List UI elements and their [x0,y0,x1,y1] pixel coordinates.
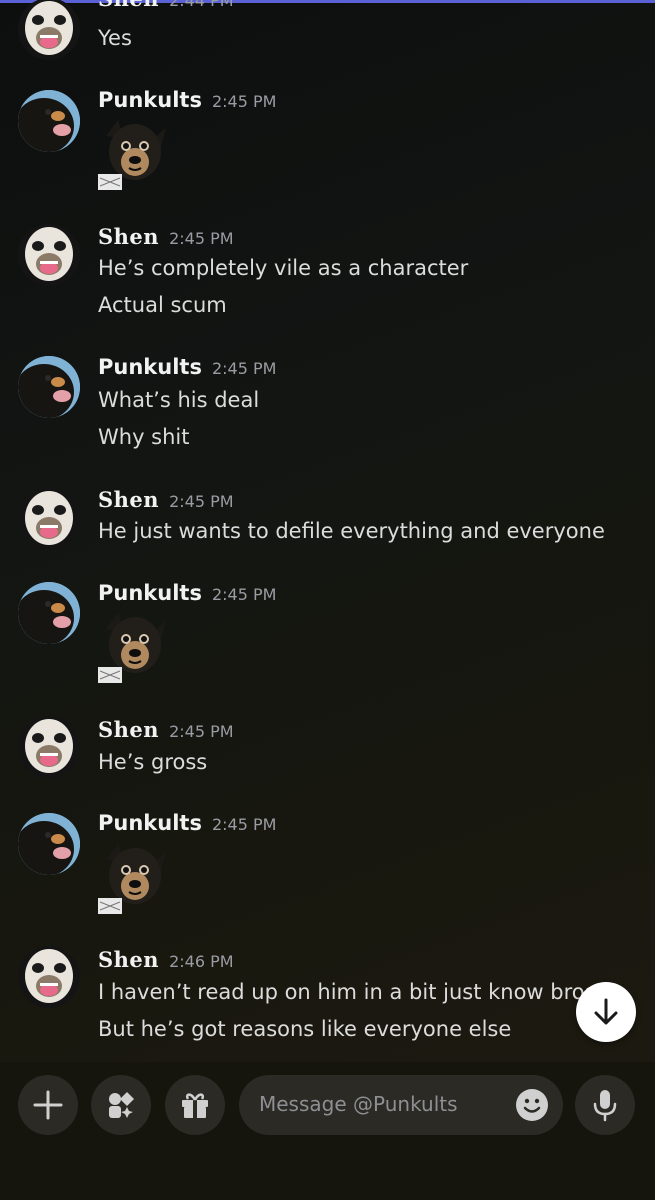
message-timestamp: 2:45 PM [211,359,277,378]
message-author[interactable]: Punkults 2:45 PM [98,88,276,112]
avatar-punkults[interactable] [18,90,80,152]
message-timestamp: 2:45 PM [211,815,277,834]
avatar-shen[interactable] [18,488,80,550]
message-text: Why shit [98,425,190,449]
message-timestamp: 2:44 PM [169,0,234,10]
author-name[interactable]: Shen [98,224,159,249]
message-text: He just wants to defile everything and e… [98,519,605,543]
emoji-icon [516,1089,548,1121]
message-text: But he’s got reasons like everyone else [98,1017,512,1041]
message-text: He’s completely vile as a character [98,256,469,280]
avatar-shen[interactable] [18,224,80,286]
avatar-shen[interactable] [18,946,80,1008]
jump-to-present-button[interactable] [576,982,636,1042]
gift-icon [182,1093,208,1118]
message-author[interactable]: Shen 2:46 PM [98,947,234,972]
message-text: What’s his deal [98,388,260,412]
message-timestamp: 2:45 PM [169,492,234,511]
microphone-icon [593,1090,617,1122]
gift-button[interactable] [165,1075,225,1135]
arrow-down-icon [594,998,618,1025]
author-name[interactable]: Shen [98,0,159,11]
message-timestamp: 2:45 PM [169,229,234,248]
message-author[interactable]: Shen 2:45 PM [98,717,234,742]
dog-sticker[interactable] [97,116,172,191]
avatar-punkults[interactable] [18,582,80,644]
avatar-punkults[interactable] [18,813,80,875]
author-name[interactable]: Shen [98,487,159,512]
apps-icon [109,1092,134,1118]
author-name[interactable]: Shen [98,717,159,742]
author-name[interactable]: Shen [98,947,159,972]
attach-button[interactable] [18,1075,78,1135]
avatar-shen[interactable] [18,0,80,60]
message-input-placeholder: Message @Punkults [259,1092,458,1116]
author-name[interactable]: Punkults [98,581,202,605]
message-timestamp: 2:45 PM [211,585,277,604]
message-text: Yes [98,26,132,50]
message-text: He’s gross [98,750,208,774]
plus-icon [33,1090,63,1120]
message-author[interactable]: Shen 2:45 PM [98,487,234,512]
message-timestamp: 2:45 PM [169,722,234,741]
voice-message-button[interactable] [575,1075,635,1135]
message-author[interactable]: Punkults 2:45 PM [98,581,276,605]
author-name[interactable]: Punkults [98,88,202,112]
apps-button[interactable] [91,1075,151,1135]
message-input[interactable]: Message @Punkults [239,1075,563,1135]
message-timestamp: 2:46 PM [169,952,234,971]
dog-sticker[interactable] [97,609,172,684]
emoji-button[interactable] [515,1088,549,1122]
message-author[interactable]: Shen 2:45 PM [98,224,234,249]
avatar-punkults[interactable] [18,356,80,418]
message-text: Actual scum [98,293,227,317]
message-author[interactable]: Punkults 2:45 PM [98,355,276,379]
message-timestamp: 2:45 PM [211,92,277,111]
message-text: I haven’t read up on him in a bit just k… [98,980,596,1004]
message-author[interactable]: Punkults 2:45 PM [98,811,276,835]
author-name[interactable]: Punkults [98,811,202,835]
author-name[interactable]: Punkults [98,355,202,379]
avatar-shen[interactable] [18,716,80,778]
message-author[interactable]: Shen 2:44 PM [98,0,234,11]
dog-sticker[interactable] [97,840,172,915]
